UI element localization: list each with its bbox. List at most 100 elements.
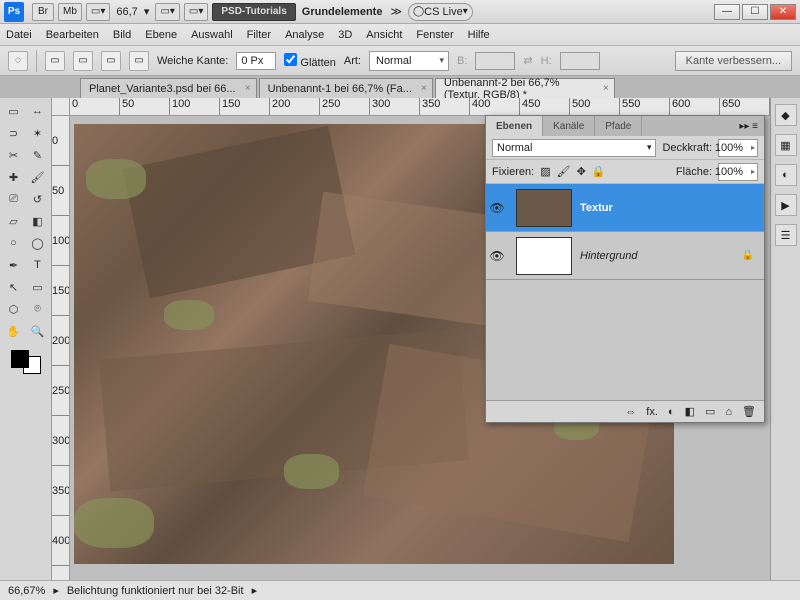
layer-name[interactable]: Textur	[580, 202, 764, 214]
history-panel-icon[interactable]: ▶	[775, 194, 797, 216]
layer-name[interactable]: Hintergrund	[580, 250, 742, 262]
shape-tool[interactable]: ▭	[27, 277, 49, 297]
maximize-button[interactable]: ☐	[742, 4, 768, 20]
tab-kanaele[interactable]: Kanäle	[543, 116, 595, 136]
fill-input[interactable]: 100%	[718, 163, 758, 181]
lock-pixels-icon[interactable]: 🖌	[557, 165, 571, 178]
doc-tab-1[interactable]: Planet_Variante3.psd bei 66...×	[80, 78, 257, 98]
opacity-input[interactable]: 100%	[718, 139, 758, 157]
stamp-tool[interactable]: ⎚	[3, 189, 25, 209]
zoom-tool[interactable]: 🔍	[27, 321, 49, 341]
doc-tab-2[interactable]: Unbenannt-1 bei 66,7% (Fa...×	[259, 78, 433, 98]
menu-datei[interactable]: Datei	[6, 29, 32, 41]
adjustments-panel-icon[interactable]: ◐	[775, 164, 797, 186]
screen-mode-button[interactable]: ▭▾	[86, 3, 110, 21]
add-selection-icon[interactable]: ▭	[73, 51, 93, 71]
lasso-tool[interactable]: ⊃	[3, 123, 25, 143]
path-tool[interactable]: ↖	[3, 277, 25, 297]
arrange-button[interactable]: ▭▾	[184, 3, 208, 21]
zoom-display[interactable]: 66,7 ▾	[116, 5, 149, 18]
color-panel-icon[interactable]: ◆	[775, 104, 797, 126]
menu-bild[interactable]: Bild	[113, 29, 131, 41]
close-button[interactable]: ✕	[770, 4, 796, 20]
workspace-more[interactable]: ≫	[390, 5, 402, 18]
new-selection-icon[interactable]: ▭	[45, 51, 65, 71]
lock-icon: 🔒	[742, 250, 754, 261]
current-tool-icon[interactable]: ◌	[8, 51, 28, 71]
tutorials-button[interactable]: PSD-Tutorials	[212, 3, 295, 21]
minimize-button[interactable]: —	[714, 4, 740, 20]
fx-icon[interactable]: fx.	[646, 406, 658, 418]
close-icon[interactable]: ×	[245, 83, 251, 94]
hand-tool[interactable]: ✋	[3, 321, 25, 341]
pen-tool[interactable]: ✒	[3, 255, 25, 275]
eyedropper-tool[interactable]: ✎	[27, 145, 49, 165]
subtract-selection-icon[interactable]: ▭	[101, 51, 121, 71]
dodge-tool[interactable]: ◯	[27, 233, 49, 253]
history-brush-tool[interactable]: ↺	[27, 189, 49, 209]
link-layers-icon[interactable]: ⇔	[625, 406, 636, 418]
text-tool[interactable]: T	[27, 255, 49, 275]
menu-3d[interactable]: 3D	[338, 29, 352, 41]
doc-tab-3[interactable]: Unbenannt-2 bei 66,7% (Textur, RGB/8) *×	[435, 78, 615, 98]
lock-position-icon[interactable]: ✥	[577, 165, 586, 178]
style-select[interactable]: Normal	[369, 51, 449, 71]
menu-ansicht[interactable]: Ansicht	[366, 29, 402, 41]
menu-filter[interactable]: Filter	[247, 29, 271, 41]
heal-tool[interactable]: ✚	[3, 167, 25, 187]
ruler-vertical[interactable]: 050100150200250300350400	[52, 116, 70, 580]
visibility-icon[interactable]: 👁	[486, 201, 508, 215]
bridge-button[interactable]: Br	[32, 3, 54, 21]
trash-icon[interactable]: 🗑	[742, 405, 756, 418]
menu-fenster[interactable]: Fenster	[416, 29, 453, 41]
close-icon[interactable]: ×	[603, 83, 609, 94]
intersect-selection-icon[interactable]: ▭	[129, 51, 149, 71]
layer-thumbnail[interactable]	[516, 189, 572, 227]
status-bar: 66,67% ▸ Belichtung funktioniert nur bei…	[0, 580, 800, 600]
ruler-horizontal[interactable]: 050100150200250300350400450500550600650	[70, 98, 770, 116]
new-layer-icon[interactable]: ⌂	[725, 406, 732, 418]
group-icon[interactable]: ▭	[705, 405, 715, 418]
layer-row[interactable]: 👁 Hintergrund 🔒	[486, 232, 764, 280]
status-zoom[interactable]: 66,67%	[8, 585, 45, 597]
layers-panel[interactable]: Ebenen Kanäle Pfade ▸▸ ≡ Normal Deckkraf…	[485, 115, 765, 423]
refine-edge-button[interactable]: Kante verbessern...	[675, 51, 792, 71]
workspace-label[interactable]: Grundelemente	[302, 6, 383, 18]
layer-row[interactable]: 👁 Textur	[486, 184, 764, 232]
close-icon[interactable]: ×	[421, 83, 427, 94]
marquee-tool[interactable]: ▭	[3, 101, 25, 121]
tab-pfade[interactable]: Pfade	[595, 116, 642, 136]
adjustment-layer-icon[interactable]: ◧	[685, 405, 695, 418]
minibridge-button[interactable]: Mb	[58, 3, 82, 21]
visibility-icon[interactable]: 👁	[486, 249, 508, 263]
view-extras-button[interactable]: ▭▾	[155, 3, 179, 21]
blend-mode-select[interactable]: Normal	[492, 139, 656, 157]
wand-tool[interactable]: ✶	[27, 123, 49, 143]
menu-hilfe[interactable]: Hilfe	[468, 29, 490, 41]
mask-icon[interactable]: ◐	[668, 406, 675, 418]
lock-all-icon[interactable]: 🔒	[592, 165, 606, 178]
menu-bearbeiten[interactable]: Bearbeiten	[46, 29, 99, 41]
tab-ebenen[interactable]: Ebenen	[486, 116, 543, 136]
3d-tool[interactable]: ⬡	[3, 299, 25, 319]
menu-analyse[interactable]: Analyse	[285, 29, 324, 41]
menu-auswahl[interactable]: Auswahl	[191, 29, 233, 41]
swatches-panel-icon[interactable]: ▦	[775, 134, 797, 156]
layer-thumbnail[interactable]	[516, 237, 572, 275]
layers-panel-icon[interactable]: ☰	[775, 224, 797, 246]
crop-tool[interactable]: ✂	[3, 145, 25, 165]
blur-tool[interactable]: ○	[3, 233, 25, 253]
eraser-tool[interactable]: ▱	[3, 211, 25, 231]
feather-input[interactable]: 0 Px	[236, 52, 276, 70]
camera-tool[interactable]: ⌾	[27, 299, 49, 319]
menu-ebene[interactable]: Ebene	[145, 29, 177, 41]
antialias-checkbox[interactable]: Glätten	[284, 53, 336, 69]
lock-transparent-icon[interactable]: ▨	[540, 165, 550, 178]
gradient-tool[interactable]: ◧	[27, 211, 49, 231]
color-swatches[interactable]	[9, 348, 43, 376]
panel-menu-icon[interactable]: ▸▸ ≡	[733, 121, 764, 132]
brush-tool[interactable]: 🖌	[27, 167, 49, 187]
cslive-button[interactable]: ◯ CS Live ▾	[408, 3, 473, 21]
move-tool[interactable]: ↔	[27, 101, 49, 121]
foreground-swatch[interactable]	[11, 350, 29, 368]
